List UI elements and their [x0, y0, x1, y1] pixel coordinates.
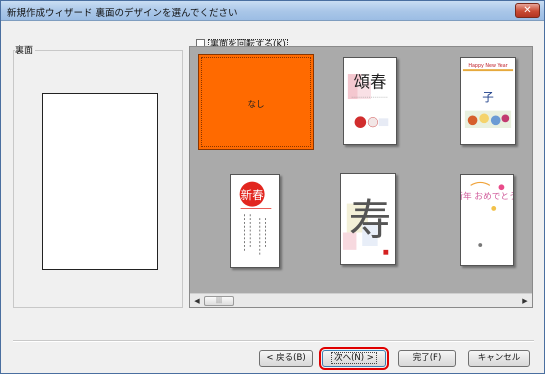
design-none-label: なし: [247, 100, 265, 110]
shunsho-art-icon: 頌春: [347, 73, 389, 128]
next-button[interactable]: 次へ(N) >: [319, 347, 389, 370]
back-preview-card: [42, 93, 158, 270]
design-card-kotobuki[interactable]: 寿: [340, 173, 396, 265]
cancel-button[interactable]: キャンセル: [468, 350, 530, 367]
back-preview-label: 裏面: [15, 43, 36, 56]
design-none-tile[interactable]: なし: [198, 54, 314, 150]
shinnen-art-icon: 新年 おめでとう: [461, 181, 513, 247]
design-card-shunsho[interactable]: 頌春: [343, 57, 397, 145]
happy-new-year-art-icon: Happy New Year 子: [462, 63, 514, 128]
card-text: 寿: [349, 196, 391, 245]
design-card-shinshun[interactable]: 新春: [230, 174, 280, 268]
card-text: 新年 おめでとう: [461, 190, 513, 202]
card-text: 新春: [241, 188, 265, 202]
card-text: 頌春: [354, 73, 387, 92]
scroll-thumb[interactable]: |||: [204, 296, 234, 306]
wizard-window: 新規作成ウィザード 裏面のデザインを選んでください ✕ 裏面を回転する(K) 裏…: [0, 0, 545, 374]
gallery-horizontal-scrollbar[interactable]: ◀ ||| ▶: [190, 293, 532, 307]
scroll-left-icon[interactable]: ◀: [192, 296, 202, 306]
design-gallery[interactable]: なし 頌春 Happy New Year 子 新春 寿 年 おめでと ◀ |||…: [189, 46, 533, 308]
title-bar: 新規作成ウィザード 裏面のデザインを選んでください ✕: [1, 1, 544, 21]
next-button-label: 次へ(N) >: [331, 352, 377, 364]
back-button[interactable]: < 戻る(B): [259, 350, 313, 367]
finish-button[interactable]: 完了(F): [398, 350, 456, 367]
design-card-happy-new-year[interactable]: Happy New Year 子: [460, 57, 516, 145]
kotobuki-art-icon: 寿: [342, 196, 391, 255]
svg-text:子: 子: [482, 90, 494, 104]
design-card-shinnen-omedetou[interactable]: 新年 おめでとう: [460, 174, 514, 266]
shinshun-art-icon: 新春: [239, 181, 272, 255]
scroll-right-icon[interactable]: ▶: [520, 296, 530, 306]
card-text: Happy New Year: [468, 63, 507, 69]
window-title: 新規作成ウィザード 裏面のデザインを選んでください: [7, 8, 238, 19]
footer-divider: [13, 340, 534, 342]
close-button[interactable]: ✕: [515, 3, 540, 18]
